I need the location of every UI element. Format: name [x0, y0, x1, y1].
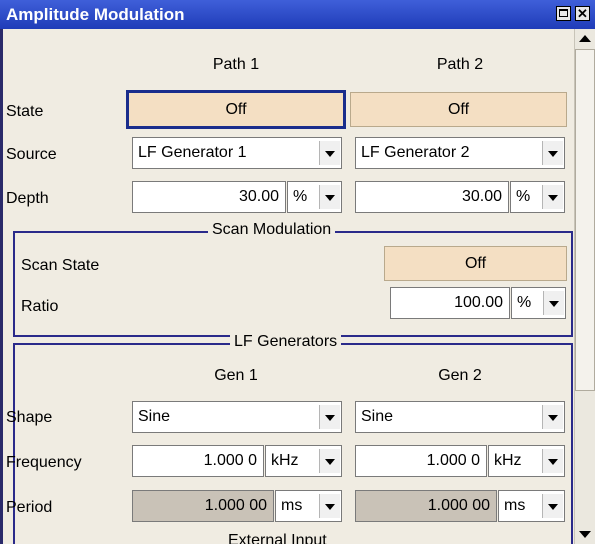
ratio-label: Ratio — [21, 298, 59, 315]
chevron-down-icon[interactable] — [319, 449, 340, 473]
path2-state-button[interactable]: Off — [350, 92, 567, 127]
chevron-down-icon[interactable] — [542, 141, 563, 165]
gen2-period-unit-select[interactable]: ms — [498, 490, 565, 522]
gen2-period-value: 1.000 00 — [355, 490, 497, 522]
path1-state-button[interactable]: Off — [126, 90, 346, 129]
ratio-unit: % — [517, 294, 532, 311]
gen2-frequency-input[interactable]: 1.000 0 — [355, 445, 487, 477]
chevron-down-icon[interactable] — [542, 494, 563, 518]
scroll-down-icon[interactable] — [575, 524, 595, 544]
chevron-down-icon[interactable] — [543, 291, 564, 315]
path2-source-value: LF Generator 2 — [361, 144, 470, 161]
path1-depth-unit: % — [293, 188, 308, 205]
chevron-down-icon[interactable] — [542, 185, 563, 209]
path2-depth-unit-select[interactable]: % — [510, 181, 565, 213]
scan-state-label: Scan State — [21, 257, 100, 274]
window-title: Amplitude Modulation — [6, 5, 185, 24]
gen1-header: Gen 1 — [214, 367, 258, 384]
gen2-frequency-unit-select[interactable]: kHz — [488, 445, 565, 477]
scan-modulation-title: Scan Modulation — [208, 221, 336, 239]
external-input-title: External Input — [224, 532, 331, 544]
path2-source-select[interactable]: LF Generator 2 — [355, 137, 565, 169]
gen2-shape-value: Sine — [361, 408, 394, 425]
path1-source-select[interactable]: LF Generator 1 — [132, 137, 342, 169]
chevron-down-icon[interactable] — [319, 405, 340, 429]
gen1-period-unit-select[interactable]: ms — [275, 490, 342, 522]
chevron-down-icon[interactable] — [319, 494, 340, 518]
shape-label: Shape — [6, 409, 53, 426]
path1-depth-input[interactable]: 30.00 — [132, 181, 286, 213]
title-bar: Amplitude Modulation ✕ — [0, 0, 595, 29]
depth-label: Depth — [6, 190, 49, 207]
content-panel: Path 1 Path 2 State Off Off Source LF Ge… — [0, 29, 574, 544]
gen2-period-unit: ms — [504, 497, 526, 514]
state-label: State — [6, 103, 44, 120]
path2-depth-input[interactable]: 30.00 — [355, 181, 509, 213]
close-icon[interactable]: ✕ — [575, 6, 590, 21]
gen1-frequency-unit-select[interactable]: kHz — [265, 445, 342, 477]
source-label: Source — [6, 146, 57, 163]
gen2-header: Gen 2 — [438, 367, 482, 384]
path1-depth-unit-select[interactable]: % — [287, 181, 342, 213]
chevron-down-icon[interactable] — [542, 449, 563, 473]
scan-state-button[interactable]: Off — [384, 246, 567, 281]
path2-depth-unit: % — [516, 188, 531, 205]
vertical-scrollbar[interactable] — [574, 29, 595, 544]
chevron-down-icon[interactable] — [319, 141, 340, 165]
ratio-unit-select[interactable]: % — [511, 287, 566, 319]
path2-header: Path 2 — [436, 56, 484, 73]
gen1-frequency-unit: kHz — [271, 452, 299, 469]
gen2-frequency-unit: kHz — [494, 452, 522, 469]
scroll-up-icon[interactable] — [575, 29, 595, 49]
chevron-down-icon[interactable] — [319, 185, 340, 209]
gen1-frequency-input[interactable]: 1.000 0 — [132, 445, 264, 477]
amplitude-modulation-window: Amplitude Modulation ✕ Path 1 Path 2 Sta… — [0, 0, 595, 544]
gen1-shape-select[interactable]: Sine — [132, 401, 342, 433]
path1-source-value: LF Generator 1 — [138, 144, 247, 161]
ratio-input[interactable]: 100.00 — [390, 287, 510, 319]
maximize-icon[interactable] — [556, 6, 571, 21]
chevron-down-icon[interactable] — [542, 405, 563, 429]
scrollbar-thumb[interactable] — [575, 49, 595, 391]
gen2-shape-select[interactable]: Sine — [355, 401, 565, 433]
lf-generators-title: LF Generators — [230, 333, 342, 351]
gen1-period-value: 1.000 00 — [132, 490, 274, 522]
frequency-label: Frequency — [6, 454, 82, 471]
path1-header: Path 1 — [212, 56, 260, 73]
gen1-shape-value: Sine — [138, 408, 171, 425]
period-label: Period — [6, 499, 53, 516]
gen1-period-unit: ms — [281, 497, 303, 514]
